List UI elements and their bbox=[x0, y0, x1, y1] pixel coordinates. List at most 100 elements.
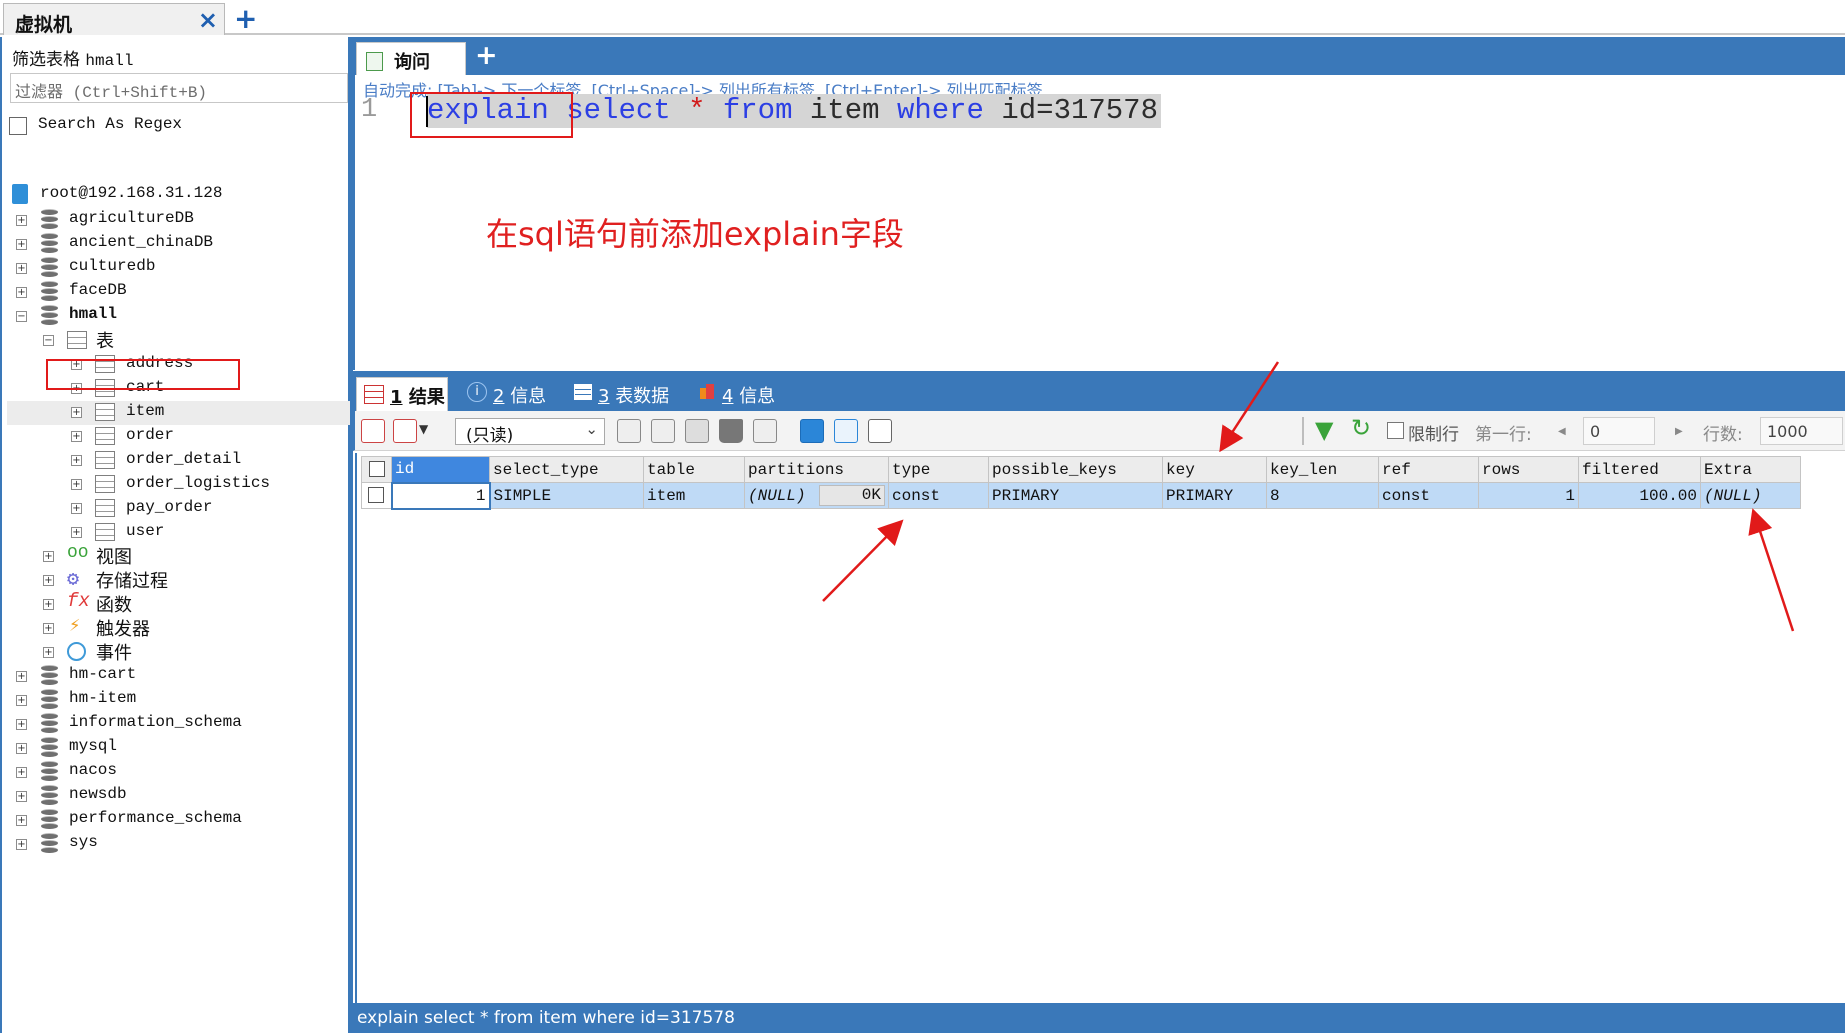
table-row[interactable]: 1 SIMPLE item (NULL) 0K const PRIMARY PR… bbox=[361, 481, 1801, 510]
delete-icon[interactable] bbox=[719, 419, 743, 443]
expand-icon[interactable]: + bbox=[71, 503, 82, 514]
cell-select-type[interactable]: SIMPLE bbox=[489, 482, 644, 509]
tree-db[interactable]: + hm-cart bbox=[16, 665, 346, 689]
tree-db[interactable]: + faceDB bbox=[16, 281, 346, 305]
tree-tables-folder[interactable]: − 表 bbox=[43, 329, 343, 353]
tree-folder-triggers[interactable]: + ⚡ 触发器 bbox=[43, 615, 343, 641]
expand-icon[interactable]: + bbox=[71, 407, 82, 418]
cell-extra[interactable]: (NULL) bbox=[1700, 482, 1801, 509]
expand-icon[interactable]: + bbox=[71, 431, 82, 442]
column-header[interactable]: filtered bbox=[1578, 456, 1701, 483]
add-query-tab-icon[interactable]: + bbox=[475, 40, 498, 71]
column-header[interactable]: key_len bbox=[1266, 456, 1379, 483]
tree-db[interactable]: + mysql bbox=[16, 737, 346, 761]
expand-icon[interactable]: + bbox=[43, 623, 54, 634]
tree-table[interactable]: + user bbox=[71, 521, 341, 545]
prev-page-icon[interactable]: ◀ bbox=[1558, 426, 1566, 437]
cell-filtered[interactable]: 100.00 bbox=[1578, 482, 1701, 509]
column-header[interactable]: possible_keys bbox=[988, 456, 1163, 483]
tree-table[interactable]: + order_detail bbox=[71, 449, 341, 473]
column-header[interactable]: select_type bbox=[489, 456, 644, 483]
tree-table-selected[interactable]: + item bbox=[7, 401, 350, 425]
column-header[interactable]: id bbox=[391, 456, 490, 483]
tree-table[interactable]: + pay_order bbox=[71, 497, 341, 521]
first-row-input[interactable]: 0 bbox=[1583, 417, 1655, 445]
column-header[interactable]: key bbox=[1162, 456, 1267, 483]
column-header[interactable]: type bbox=[888, 456, 989, 483]
tree-db[interactable]: + ancient_chinaDB bbox=[16, 233, 346, 257]
expand-icon[interactable]: + bbox=[43, 575, 54, 586]
collapse-icon[interactable]: − bbox=[43, 335, 54, 346]
row-select-cell[interactable] bbox=[361, 482, 392, 509]
rows-input[interactable]: 1000 bbox=[1760, 417, 1843, 445]
cell-partitions-ok[interactable]: 0K bbox=[819, 485, 885, 506]
expand-icon[interactable]: + bbox=[71, 527, 82, 538]
column-header[interactable]: Extra bbox=[1700, 456, 1801, 483]
expand-icon[interactable]: + bbox=[16, 791, 27, 802]
filter-input[interactable]: 过滤器 (Ctrl+Shift+B) bbox=[10, 73, 348, 103]
expand-icon[interactable]: + bbox=[71, 455, 82, 466]
cancel-changes-icon[interactable] bbox=[753, 419, 777, 443]
cell-key[interactable]: PRIMARY bbox=[1162, 482, 1267, 509]
row-checkbox[interactable] bbox=[368, 487, 385, 504]
tree-folder-events[interactable]: + 事件 bbox=[43, 641, 343, 665]
expand-icon[interactable]: + bbox=[16, 719, 27, 730]
expand-icon[interactable]: + bbox=[16, 815, 27, 826]
tree-db[interactable]: + hm-item bbox=[16, 689, 346, 713]
cell-rows[interactable]: 1 bbox=[1478, 482, 1579, 509]
text-view-icon[interactable] bbox=[868, 419, 892, 443]
query-tab[interactable]: 询问 bbox=[356, 42, 466, 75]
close-icon[interactable]: × bbox=[198, 6, 218, 34]
expand-icon[interactable]: + bbox=[71, 479, 82, 490]
tab-results[interactable]: 1 结果 bbox=[356, 377, 448, 411]
tree-table[interactable]: + order bbox=[71, 425, 341, 449]
tab-messages[interactable]: i 2 信息 bbox=[467, 377, 557, 411]
tree-db[interactable]: + newsdb bbox=[16, 785, 346, 809]
cell-key-len[interactable]: 8 bbox=[1266, 482, 1379, 509]
add-connection-icon[interactable]: + bbox=[234, 2, 257, 35]
connection-tab[interactable]: 虚拟机 × bbox=[3, 3, 225, 36]
expand-icon[interactable]: + bbox=[16, 767, 27, 778]
column-header[interactable]: table bbox=[643, 456, 745, 483]
regex-checkbox[interactable] bbox=[9, 117, 27, 135]
tree-folder-functions[interactable]: + fx 函数 bbox=[43, 590, 343, 617]
expand-icon[interactable]: + bbox=[16, 239, 27, 250]
expand-icon[interactable]: + bbox=[43, 551, 54, 562]
add-row-icon[interactable] bbox=[361, 419, 385, 443]
dropdown-arrow-icon[interactable]: ▼ bbox=[419, 422, 428, 436]
save-icon[interactable] bbox=[685, 419, 709, 443]
expand-icon[interactable]: + bbox=[16, 839, 27, 850]
tree-db[interactable]: + sys bbox=[16, 833, 346, 857]
tree-folder-views[interactable]: + oo 视图 bbox=[43, 543, 343, 569]
cell-possible-keys[interactable]: PRIMARY bbox=[988, 482, 1163, 509]
cell-id[interactable]: 1 bbox=[390, 481, 491, 510]
cell-type[interactable]: const bbox=[888, 482, 989, 509]
tree-db[interactable]: + nacos bbox=[16, 761, 346, 785]
expand-icon[interactable]: + bbox=[16, 671, 27, 682]
filter-icon[interactable]: ▼ bbox=[1315, 416, 1333, 444]
duplicate-icon[interactable] bbox=[617, 419, 641, 443]
expand-icon[interactable]: + bbox=[16, 263, 27, 274]
expand-icon[interactable]: + bbox=[43, 599, 54, 610]
tree-db[interactable]: + culturedb bbox=[16, 257, 346, 281]
collapse-icon[interactable]: − bbox=[16, 311, 27, 322]
expand-icon[interactable]: + bbox=[16, 215, 27, 226]
expand-icon[interactable]: + bbox=[16, 743, 27, 754]
form-view-icon[interactable] bbox=[834, 419, 858, 443]
insert-row-icon[interactable] bbox=[393, 419, 417, 443]
expand-icon[interactable]: + bbox=[16, 695, 27, 706]
tree-table[interactable]: + order_logistics bbox=[71, 473, 341, 497]
cell-table[interactable]: item bbox=[643, 482, 745, 509]
column-header[interactable]: ref bbox=[1378, 456, 1479, 483]
limit-rows-checkbox[interactable] bbox=[1387, 422, 1404, 439]
refresh-icon[interactable]: ↻ bbox=[1351, 414, 1371, 442]
cell-ref[interactable]: const bbox=[1378, 482, 1479, 509]
select-all-checkbox[interactable] bbox=[368, 461, 385, 478]
mode-select[interactable]: (只读) ⌄ bbox=[455, 418, 605, 446]
next-page-icon[interactable]: ▶ bbox=[1675, 426, 1683, 437]
grid-view-icon[interactable] bbox=[800, 419, 824, 443]
expand-icon[interactable]: + bbox=[43, 647, 54, 658]
tree-db[interactable]: + performance_schema bbox=[16, 809, 346, 833]
select-all-cell[interactable] bbox=[361, 456, 392, 483]
sql-editor[interactable]: 自动完成: [Tab]-> 下一个标签, [Ctrl+Space]-> 列出所有… bbox=[353, 75, 1845, 370]
